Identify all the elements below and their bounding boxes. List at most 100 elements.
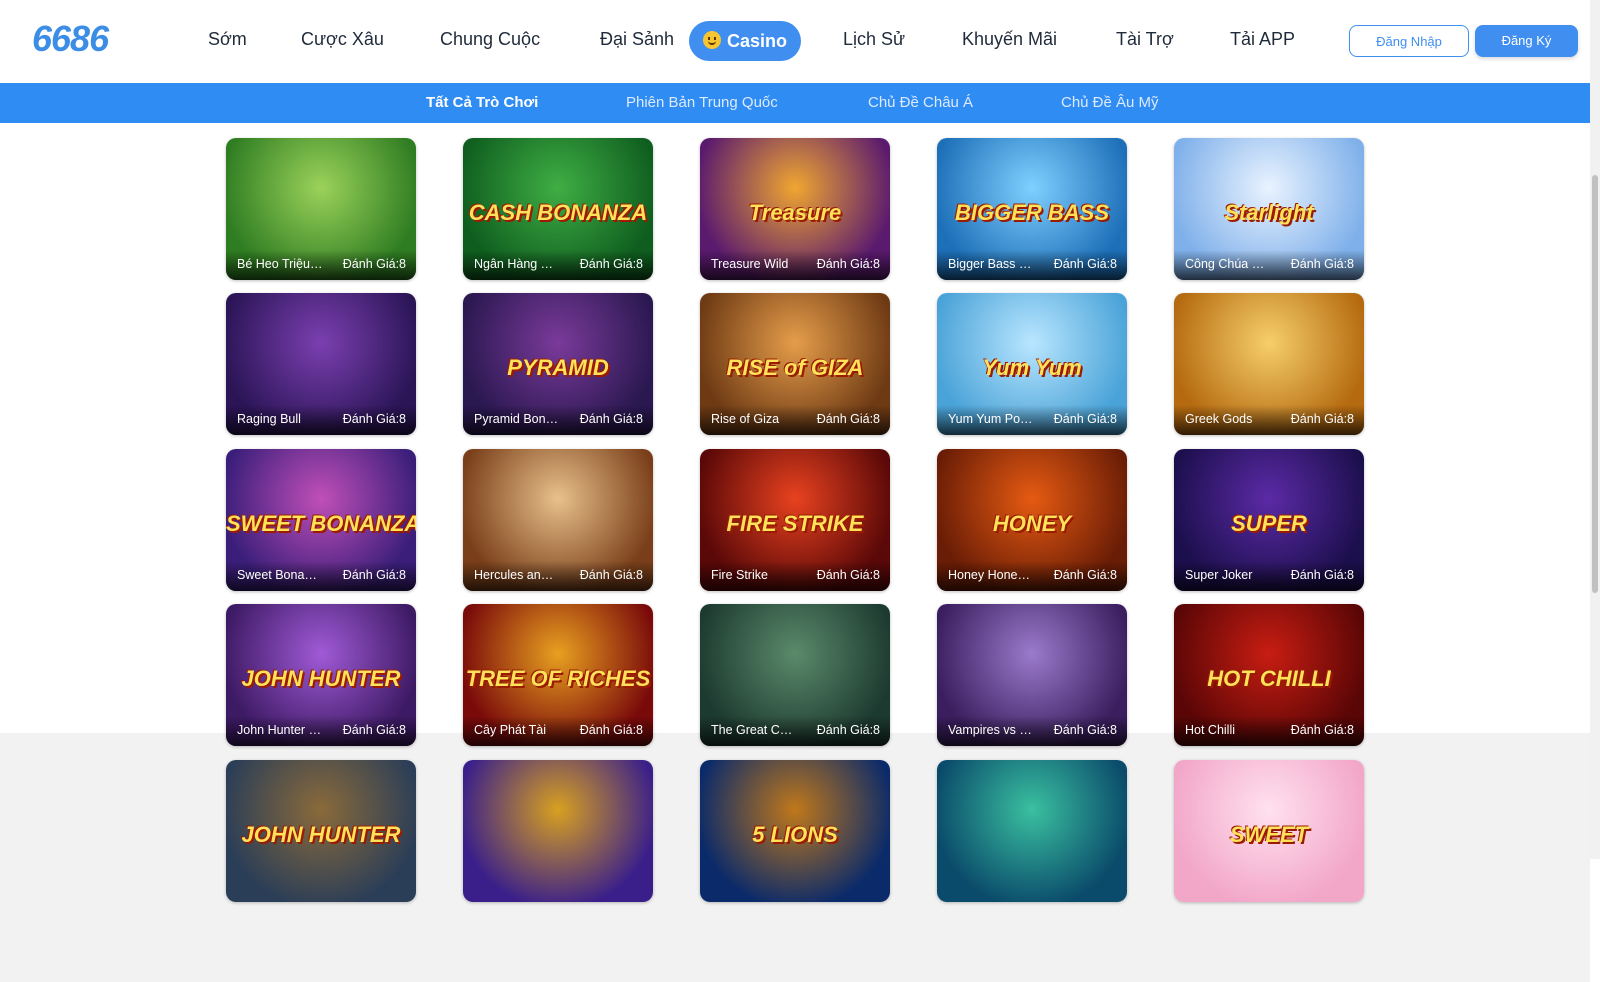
game-logo-art: BIGGER BASS [954, 200, 1110, 225]
game-card[interactable]: HOT CHILLI Hot Chilli Đánh Giá:8 [1174, 604, 1364, 746]
game-card[interactable] [463, 760, 653, 902]
game-logo-art: JOHN HUNTER [241, 666, 401, 691]
game-card[interactable]: TREE OF RICHES Cây Phát Tài Đánh Giá:8 [463, 604, 653, 746]
game-logo-art: HONEY [992, 511, 1072, 536]
game-card[interactable]: PYRAMID Pyramid Bonanza Đánh Giá:8 [463, 293, 653, 435]
login-button[interactable]: Đăng Nhập [1349, 25, 1469, 57]
game-rating: Đánh Giá:8 [342, 723, 406, 737]
nav-item-cuoc-xau[interactable]: Cược Xâu [301, 29, 384, 50]
game-rating: Đánh Giá:8 [342, 412, 406, 426]
tab-chinese-version[interactable]: Phiên Bản Trung Quốc [626, 94, 778, 111]
game-name: Hercules and Pegasus [474, 568, 560, 582]
game-card[interactable]: HONEY Honey Honey Honey Đánh Giá:8 [937, 449, 1127, 591]
game-rating: Đánh Giá:8 [1053, 412, 1117, 426]
game-name: Honey Honey Honey [948, 568, 1034, 582]
nav-item-som[interactable]: Sớm [208, 29, 247, 50]
game-name: Cây Phát Tài [474, 723, 547, 737]
game-card[interactable] [937, 760, 1127, 902]
tab-western-theme[interactable]: Chủ Đề Âu Mỹ [1061, 94, 1159, 111]
game-name: Sweet Bonanza Xmas [237, 568, 323, 582]
game-logo-art: RISE of GIZA [726, 355, 864, 380]
nav-item-chung-cuoc[interactable]: Chung Cuộc [440, 29, 540, 50]
game-grid-area: Bé Heo Triệu Phú Đánh Giá:8 CASH BONANZA Ng… [0, 123, 1590, 982]
game-card[interactable]: Yum Yum Yum Yum Powerways Đánh Giá:8 [937, 293, 1127, 435]
game-rating: Đánh Giá:8 [816, 412, 880, 426]
game-card[interactable]: Hercules and Pegasus Đánh Giá:8 [463, 449, 653, 591]
game-name: The Great Chicken Escape [711, 723, 797, 737]
scrollbar-thumb[interactable] [1592, 175, 1598, 593]
game-rating: Đánh Giá:8 [1290, 412, 1354, 426]
game-rating: Đánh Giá:8 [816, 257, 880, 271]
game-thumbnail [463, 760, 653, 902]
game-logo-art: 5 LIONS [752, 822, 838, 847]
game-logo-art: PYRAMID [507, 355, 609, 380]
game-logo-art: JOHN HUNTER [241, 822, 401, 847]
tab-asian-theme[interactable]: Chủ Đề Châu Á [868, 94, 973, 111]
game-card[interactable]: SWEET [1174, 760, 1364, 902]
nav-item-tai-app[interactable]: Tải APP [1230, 29, 1295, 50]
game-card[interactable]: Raging Bull Đánh Giá:8 [226, 293, 416, 435]
game-card[interactable]: FIRE STRIKE Fire Strike Đánh Giá:8 [700, 449, 890, 591]
game-card[interactable]: SWEET BONANZA Sweet Bonanza Xmas Đánh Giá:… [226, 449, 416, 591]
game-name: John Hunter and the Tomb of the Scarab Q… [237, 723, 323, 737]
game-logo-art: SWEET BONANZA [226, 511, 416, 536]
game-rating: Đánh Giá:8 [579, 568, 643, 582]
game-card[interactable]: Starlight Công Chúa Ánh Sao Đánh Giá:8 [1174, 138, 1364, 280]
tab-all-games[interactable]: Tất Cả Trò Chơi [426, 94, 538, 111]
site-logo[interactable]: 6686 [32, 18, 109, 60]
game-rating: Đánh Giá:8 [1290, 257, 1354, 271]
game-card[interactable]: 5 LIONS [700, 760, 890, 902]
nav-item-lich-su[interactable]: Lịch Sử [843, 29, 905, 50]
game-name: Pyramid Bonanza [474, 412, 560, 426]
nav-item-casino[interactable]: Casino [689, 21, 802, 61]
game-card[interactable]: Vampires vs Wolves Đánh Giá:8 [937, 604, 1127, 746]
game-name: Yum Yum Powerways [948, 412, 1034, 426]
game-card[interactable]: JOHN HUNTER John Hunter and the Tomb of t… [226, 604, 416, 746]
game-name: Treasure Wild [711, 257, 789, 271]
game-rating: Đánh Giá:8 [1053, 723, 1117, 737]
game-rating: Đánh Giá:8 [342, 257, 406, 271]
game-name: Công Chúa Ánh Sao [1185, 257, 1271, 271]
register-button[interactable]: Đăng Ký [1475, 25, 1578, 57]
game-rating: Đánh Giá:8 [579, 257, 643, 271]
game-rating: Đánh Giá:8 [1290, 723, 1354, 737]
game-name: Bé Heo Triệu Phú [237, 257, 323, 271]
game-name: Hot Chilli [1185, 723, 1236, 737]
top-header: 6686 Sớm Cược Xâu Chung Cuộc Đại Sảnh Ca… [0, 0, 1590, 83]
game-card[interactable]: SUPER Super Joker Đánh Giá:8 [1174, 449, 1364, 591]
game-logo-art: SWEET [1229, 822, 1309, 847]
game-card[interactable]: Treasure Treasure Wild Đánh Giá:8 [700, 138, 890, 280]
game-logo-art: CASH BONANZA [468, 200, 648, 225]
game-rating: Đánh Giá:8 [579, 412, 643, 426]
smiley-icon [703, 31, 721, 49]
nav-item-khuyen-mai[interactable]: Khuyến Mãi [962, 29, 1057, 50]
game-card[interactable]: RISE of GIZA Rise of Giza Đánh Giá:8 [700, 293, 890, 435]
game-card[interactable]: BIGGER BASS Bigger Bass Bonanza Đánh Giá:8 [937, 138, 1127, 280]
game-card[interactable]: CASH BONANZA Ngân Hàng Tiền Mặt Đánh Giá:8 [463, 138, 653, 280]
nav-item-tai-tro[interactable]: Tài Trợ [1116, 29, 1174, 50]
game-name: Rise of Giza [711, 412, 780, 426]
game-logo-art: Yum Yum [982, 355, 1082, 380]
game-rating: Đánh Giá:8 [1053, 568, 1117, 582]
game-logo-art: SUPER [1231, 511, 1307, 536]
game-name: Fire Strike [711, 568, 768, 582]
game-rating: Đánh Giá:8 [816, 723, 880, 737]
game-card[interactable]: Bé Heo Triệu Phú Đánh Giá:8 [226, 138, 416, 280]
game-rating: Đánh Giá:8 [816, 568, 880, 582]
game-card[interactable]: JOHN HUNTER [226, 760, 416, 902]
game-logo-art: Starlight [1224, 200, 1314, 225]
game-rating: Đánh Giá:8 [1053, 257, 1117, 271]
game-logo-art: FIRE STRIKE [726, 511, 864, 536]
game-card[interactable]: The Great Chicken Escape Đánh Giá:8 [700, 604, 890, 746]
game-name: Bigger Bass Bonanza [948, 257, 1034, 271]
game-rating: Đánh Giá:8 [1290, 568, 1354, 582]
game-name: Ngân Hàng Tiền Mặt [474, 257, 560, 271]
game-rating: Đánh Giá:8 [579, 723, 643, 737]
game-thumbnail [937, 760, 1127, 902]
nav-item-dai-sanh[interactable]: Đại Sảnh [600, 29, 674, 50]
game-card[interactable]: Greek Gods Đánh Giá:8 [1174, 293, 1364, 435]
game-name: Raging Bull [237, 412, 301, 426]
game-rating: Đánh Giá:8 [342, 568, 406, 582]
game-name: Super Joker [1185, 568, 1253, 582]
nav-item-casino-label: Casino [727, 31, 788, 51]
